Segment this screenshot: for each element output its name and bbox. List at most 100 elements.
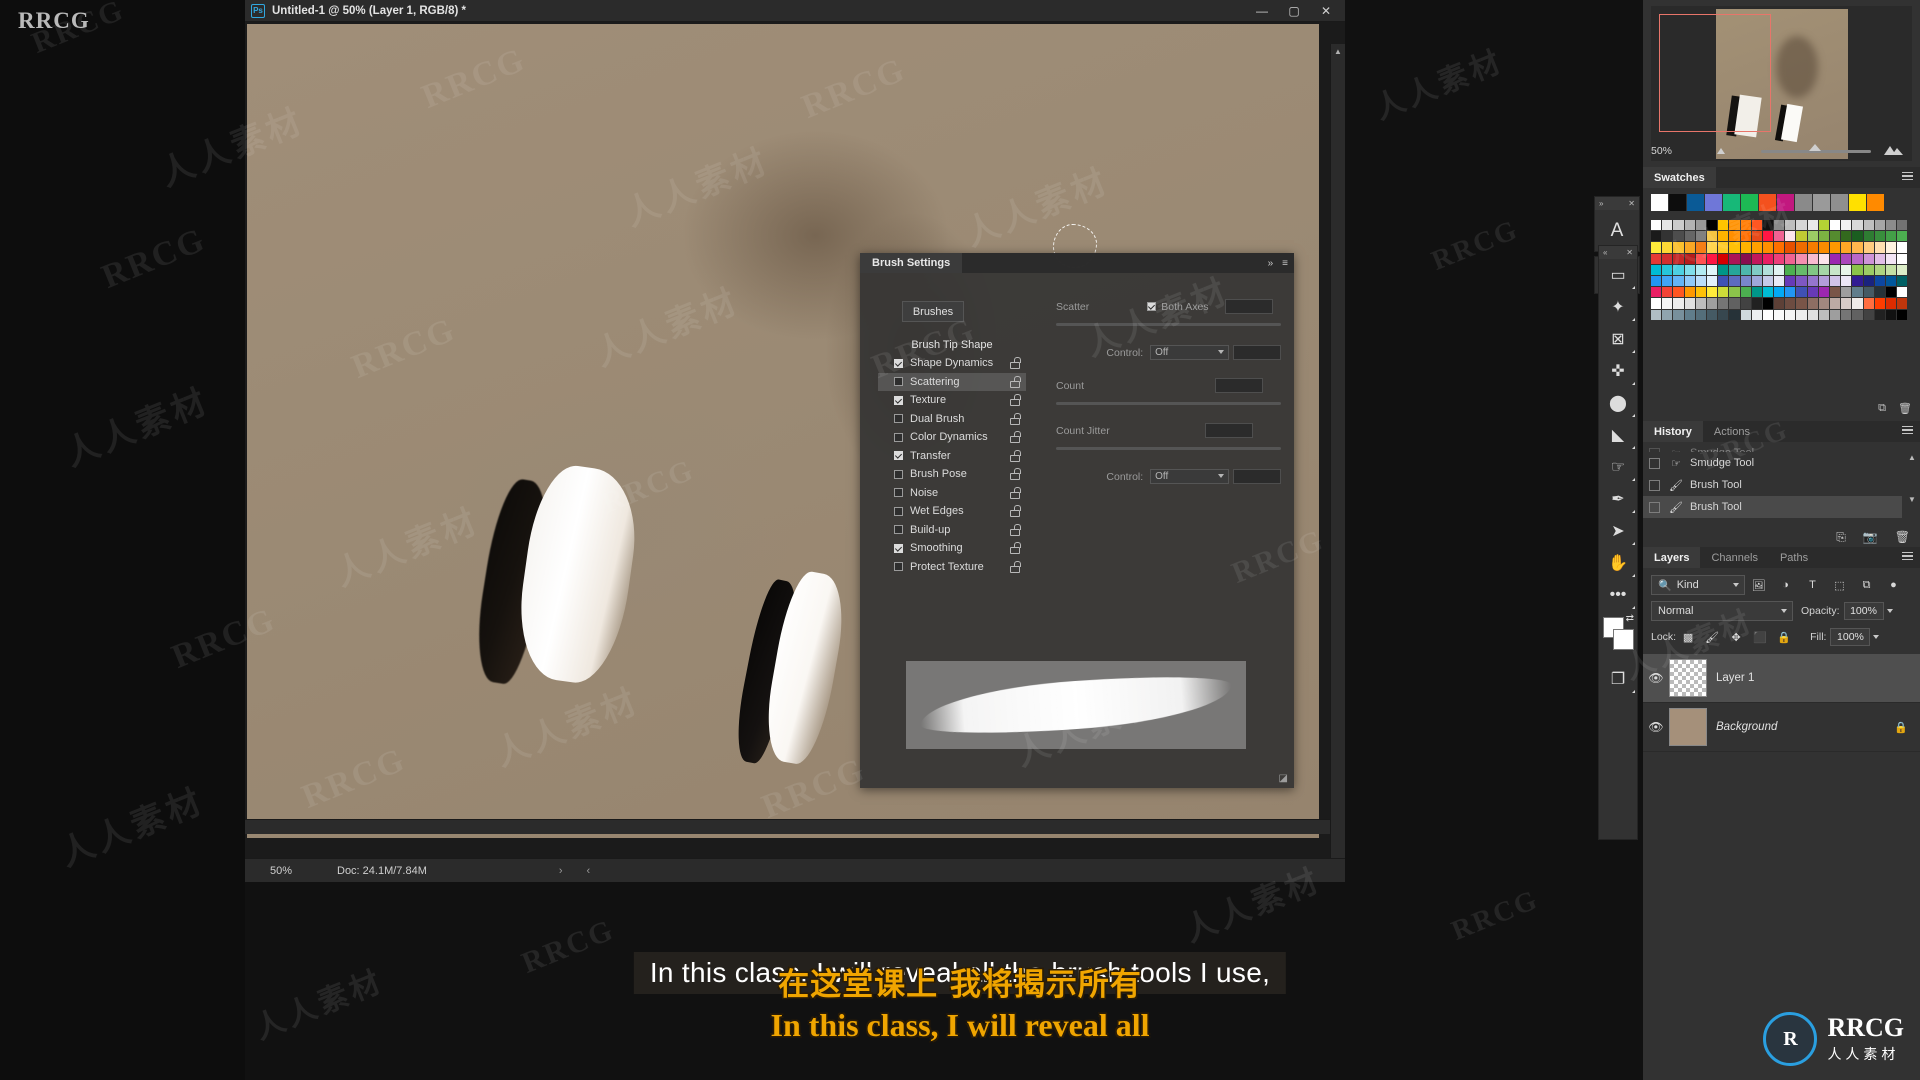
- swatch-160[interactable]: [1897, 287, 1908, 298]
- lock-icon-transfer[interactable]: [1010, 449, 1021, 462]
- swatch-25[interactable]: [1673, 231, 1684, 242]
- history-state-box[interactable]: [1649, 479, 1660, 491]
- brush-option-build-up[interactable]: Build-up: [878, 521, 1026, 540]
- swatch-196[interactable]: [1785, 309, 1796, 320]
- swatch-154[interactable]: [1830, 287, 1841, 298]
- swatch-9[interactable]: [1751, 220, 1762, 231]
- swatch-142[interactable]: [1695, 287, 1706, 298]
- swatch-127[interactable]: [1785, 275, 1796, 287]
- swatch-34[interactable]: [1774, 231, 1785, 242]
- swatch-161[interactable]: [1651, 298, 1662, 309]
- tab-actions[interactable]: Actions: [1703, 421, 1761, 442]
- swatch-92[interactable]: [1651, 264, 1662, 275]
- swatch-primary-3[interactable]: [1705, 194, 1722, 211]
- history-row-partial[interactable]: ☞ Smudge Tool: [1643, 442, 1920, 452]
- swatch-175[interactable]: [1807, 298, 1818, 309]
- swatch-46[interactable]: [1651, 242, 1662, 253]
- brush-option-scattering[interactable]: Scattering: [878, 372, 1026, 391]
- swatch-117[interactable]: [1673, 275, 1684, 287]
- navigator-zoom-label[interactable]: 50%: [1651, 145, 1672, 157]
- swap-colors-icon[interactable]: ⇄: [1626, 613, 1634, 624]
- swatch-168[interactable]: [1729, 298, 1740, 309]
- tool-pen[interactable]: ✒: [1599, 483, 1637, 515]
- tab-swatches[interactable]: Swatches: [1643, 167, 1716, 188]
- panel-menu-icon[interactable]: [1902, 426, 1913, 436]
- swatch-51[interactable]: [1706, 242, 1718, 253]
- swatch-94[interactable]: [1673, 264, 1684, 275]
- history-scroll-down-icon[interactable]: ▼: [1906, 495, 1918, 504]
- lock-all-icon[interactable]: 🔒: [1772, 627, 1796, 647]
- checkbox-wet-edges[interactable]: [894, 506, 903, 516]
- swatch-74[interactable]: [1706, 253, 1718, 264]
- swatch-54[interactable]: [1740, 242, 1751, 253]
- tool-eraser[interactable]: ◣: [1599, 419, 1637, 451]
- new-document-from-state-icon[interactable]: ⎘: [1836, 530, 1846, 545]
- swatch-24[interactable]: [1662, 231, 1673, 242]
- swatch-76[interactable]: [1729, 253, 1740, 264]
- checkbox-shape-dynamics[interactable]: [894, 358, 903, 368]
- history-row-brush-tool-1[interactable]: 🖌 Brush Tool: [1643, 474, 1902, 496]
- swatch-17[interactable]: [1841, 220, 1852, 231]
- resize-grip-icon[interactable]: ◪: [1279, 773, 1288, 784]
- swatch-0[interactable]: [1651, 220, 1662, 231]
- swatch-171[interactable]: [1762, 298, 1774, 309]
- swatch-50[interactable]: [1695, 242, 1706, 253]
- canvas-horizontal-scrollbar[interactable]: [245, 819, 1330, 834]
- checkbox-scattering[interactable]: [894, 377, 903, 387]
- swatch-29[interactable]: [1718, 231, 1729, 242]
- swatch-155[interactable]: [1841, 287, 1852, 298]
- swatch-190[interactable]: [1718, 309, 1729, 320]
- swatch-140[interactable]: [1673, 287, 1684, 298]
- lock-icon-protect-texture[interactable]: [1010, 560, 1021, 573]
- brush-option-dual-brush[interactable]: Dual Brush: [878, 410, 1026, 429]
- swatch-79[interactable]: [1762, 253, 1774, 264]
- swatch-183[interactable]: [1897, 298, 1908, 309]
- swatch-53[interactable]: [1729, 242, 1740, 253]
- swatch-189[interactable]: [1706, 309, 1718, 320]
- swatch-143[interactable]: [1706, 287, 1718, 298]
- swatch-147[interactable]: [1751, 287, 1762, 298]
- swatch-49[interactable]: [1684, 242, 1695, 253]
- swatch-primary-11[interactable]: [1849, 194, 1866, 211]
- swatch-174[interactable]: [1796, 298, 1807, 309]
- count-jitter-slider[interactable]: [1056, 447, 1281, 450]
- swatch-87[interactable]: [1852, 253, 1863, 264]
- swatch-88[interactable]: [1863, 253, 1874, 264]
- swatch-61[interactable]: [1818, 242, 1829, 253]
- lock-image-pixels-icon[interactable]: 🖌: [1700, 627, 1724, 647]
- swatch-128[interactable]: [1796, 275, 1807, 287]
- swatch-181[interactable]: [1874, 298, 1885, 309]
- history-row-brush-tool-2[interactable]: 🖌 Brush Tool: [1643, 496, 1902, 518]
- status-zoom-level[interactable]: 50%: [245, 865, 317, 877]
- swatch-39[interactable]: [1830, 231, 1841, 242]
- control-dropdown-1[interactable]: Off: [1150, 345, 1230, 360]
- history-state-box[interactable]: [1649, 501, 1660, 513]
- swatch-70[interactable]: [1662, 253, 1673, 264]
- checkbox-transfer[interactable]: [894, 451, 903, 461]
- new-snapshot-icon[interactable]: 📷: [1863, 530, 1878, 545]
- tool-rectangular-marquee[interactable]: ▭: [1599, 259, 1637, 291]
- brush-settings-panel[interactable]: Brush Settings » ≡ Brushes Brush Tip Sha…: [860, 253, 1294, 788]
- swatch-193[interactable]: [1751, 309, 1762, 320]
- swatch-173[interactable]: [1785, 298, 1796, 309]
- swatch-86[interactable]: [1841, 253, 1852, 264]
- scatter-slider[interactable]: [1056, 323, 1281, 326]
- swatch-205[interactable]: [1885, 309, 1897, 320]
- swatch-136[interactable]: [1885, 275, 1897, 287]
- swatch-96[interactable]: [1695, 264, 1706, 275]
- swatch-134[interactable]: [1863, 275, 1874, 287]
- swatch-194[interactable]: [1762, 309, 1774, 320]
- swatch-56[interactable]: [1762, 242, 1774, 253]
- swatch-116[interactable]: [1662, 275, 1673, 287]
- swatch-18[interactable]: [1852, 220, 1863, 231]
- swatch-19[interactable]: [1863, 220, 1874, 231]
- swatch-177[interactable]: [1830, 298, 1841, 309]
- swatch-13[interactable]: [1796, 220, 1807, 231]
- brush-option-protect-texture[interactable]: Protect Texture: [878, 558, 1026, 577]
- swatch-52[interactable]: [1718, 242, 1729, 253]
- delete-swatch-icon[interactable]: 🗑: [1898, 402, 1912, 415]
- swatch-59[interactable]: [1796, 242, 1807, 253]
- swatch-32[interactable]: [1751, 231, 1762, 242]
- swatch-35[interactable]: [1785, 231, 1796, 242]
- swatch-132[interactable]: [1841, 275, 1852, 287]
